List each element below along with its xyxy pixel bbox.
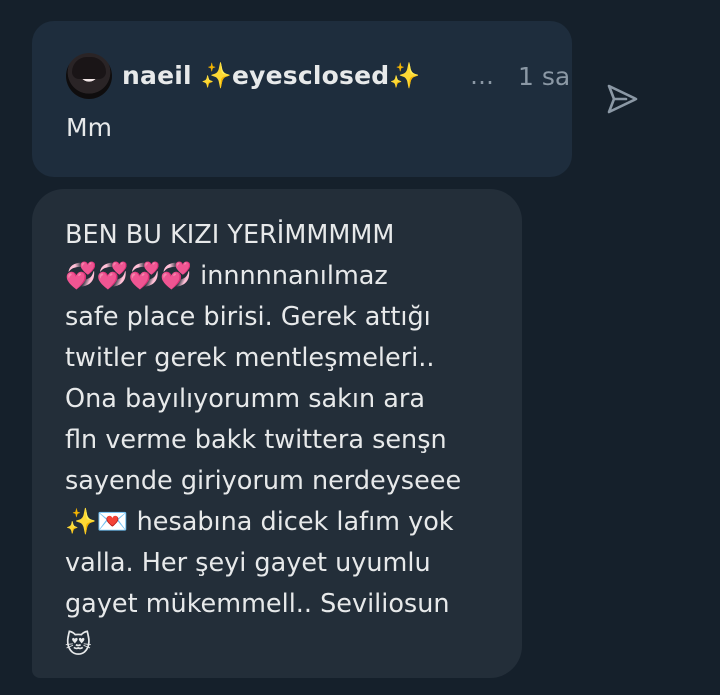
quoted-post-text: Mm xyxy=(66,113,112,142)
avatar[interactable] xyxy=(66,53,112,99)
message-bubble[interactable]: BEN BU KIZI YERİMMMMM 💞💞💞💞 innnnnanılmaz… xyxy=(32,189,522,678)
quoted-post-card[interactable]: naeil ✨eyesclosed✨ … 1 sa Mm xyxy=(32,21,572,177)
message-text: BEN BU KIZI YERİMMMMM 💞💞💞💞 innnnnanılmaz… xyxy=(65,220,462,660)
send-icon[interactable] xyxy=(604,82,640,116)
more-ellipsis: … xyxy=(470,62,496,90)
quoted-author-name: naeil ✨eyesclosed✨ xyxy=(122,61,421,90)
quoted-timestamp: 1 sa xyxy=(518,61,571,91)
